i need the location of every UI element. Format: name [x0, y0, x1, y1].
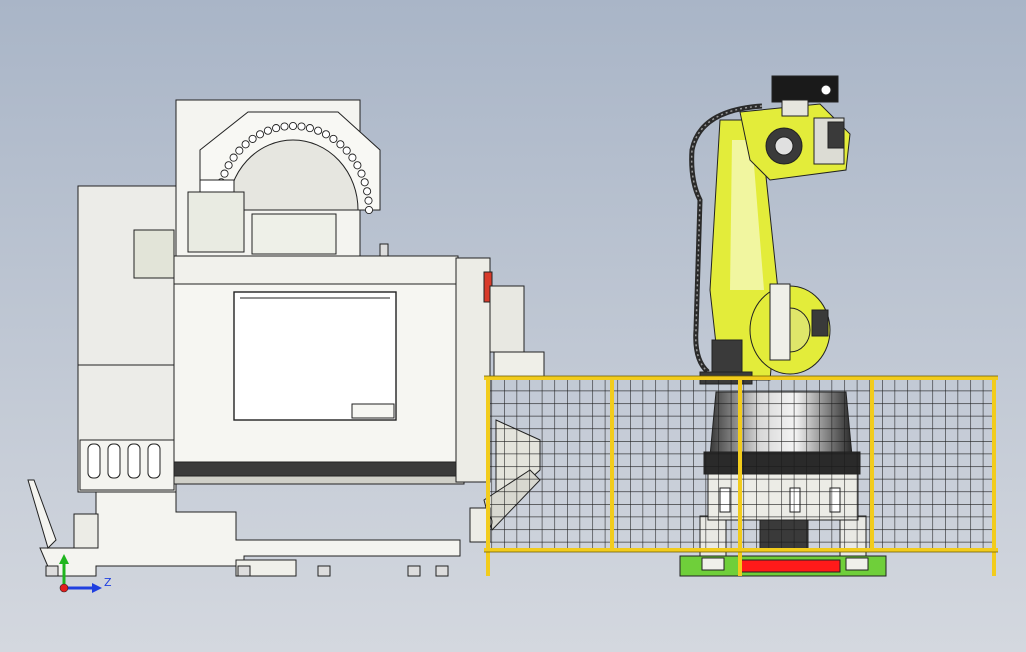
- tool-pocket: [364, 205, 374, 215]
- tool-pocket: [280, 122, 289, 131]
- tool-pocket: [305, 124, 314, 133]
- tool-pocket: [329, 134, 338, 143]
- tool-pocket: [342, 146, 351, 155]
- tool-pocket: [220, 169, 229, 178]
- tool-pocket: [288, 121, 298, 131]
- tool-pocket: [314, 126, 323, 135]
- tool-pocket: [297, 122, 306, 131]
- tool-pocket: [272, 124, 281, 133]
- robot-base-plate-red: [739, 559, 841, 573]
- cad-viewport[interactable]: Z: [0, 0, 1026, 652]
- tool-pocket: [321, 130, 331, 139]
- tool-pocket: [229, 153, 238, 162]
- tool-pocket: [348, 153, 357, 162]
- tool-pocket: [357, 169, 366, 178]
- tool-pocket: [255, 130, 265, 139]
- tool-pocket: [363, 187, 372, 196]
- tool-pocket: [248, 134, 257, 143]
- tool-pocket: [224, 161, 233, 170]
- safety-fence: [484, 375, 998, 576]
- tool-pocket: [336, 140, 345, 149]
- tool-pocket: [241, 140, 250, 149]
- tool-pocket: [360, 178, 369, 187]
- machine-window: [233, 291, 397, 421]
- tool-pocket: [263, 126, 272, 135]
- axis-z-label: Z: [104, 576, 112, 589]
- cad-scene: Z: [0, 0, 1026, 652]
- tool-pocket: [235, 146, 244, 155]
- tool-pocket: [353, 161, 362, 170]
- tool-pocket: [364, 196, 373, 205]
